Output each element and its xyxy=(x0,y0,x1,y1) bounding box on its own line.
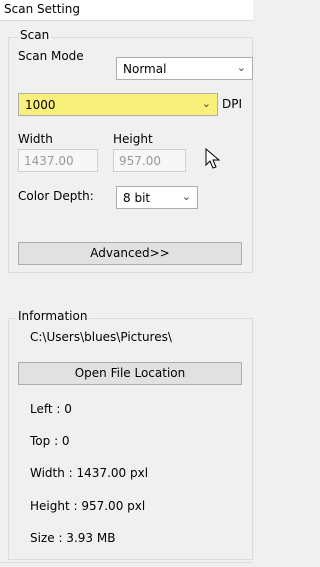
info-height: Height : 957.00 pxl xyxy=(30,499,146,513)
width-input-value: 1437.00 xyxy=(24,154,74,168)
scan-group-label: Scan xyxy=(18,28,52,42)
color-depth-label: Color Depth: xyxy=(18,189,94,203)
width-label: Width xyxy=(18,132,53,146)
dpi-value: 1000 xyxy=(25,98,56,112)
chevron-down-icon: ⌄ xyxy=(236,61,246,74)
dpi-dropdown[interactable]: 1000 ⌄ xyxy=(18,93,218,116)
height-label: Height xyxy=(113,132,153,146)
bottom-divider xyxy=(0,562,253,563)
info-width: Width : 1437.00 pxl xyxy=(30,466,149,480)
mouse-pointer-icon xyxy=(205,148,221,169)
info-top: Top : 0 xyxy=(30,434,70,448)
info-left: Left : 0 xyxy=(30,402,72,416)
scan-mode-value: Normal xyxy=(123,62,167,76)
window-title: Scan Setting xyxy=(4,2,80,16)
scan-path: C:\Users\blues\Pictures\ xyxy=(30,330,172,344)
height-input-value: 957.00 xyxy=(119,154,161,168)
color-depth-dropdown[interactable]: 8 bit ⌄ xyxy=(116,186,198,209)
information-group-label: Information xyxy=(16,309,90,323)
color-depth-value: 8 bit xyxy=(123,191,151,205)
height-input[interactable]: 957.00 xyxy=(113,149,186,172)
dpi-label: DPI xyxy=(222,97,243,111)
scan-mode-dropdown[interactable]: Normal ⌄ xyxy=(116,57,253,80)
width-input[interactable]: 1437.00 xyxy=(18,149,98,172)
advanced-button[interactable]: Advanced>> xyxy=(18,242,242,265)
chevron-down-icon: ⌄ xyxy=(201,97,211,110)
scan-mode-label: Scan Mode xyxy=(18,49,84,63)
chevron-down-icon: ⌄ xyxy=(181,190,191,203)
open-file-location-button[interactable]: Open File Location xyxy=(18,362,242,385)
window-title-bar: Scan Setting xyxy=(0,0,253,21)
info-size: Size : 3.93 MB xyxy=(30,531,116,545)
